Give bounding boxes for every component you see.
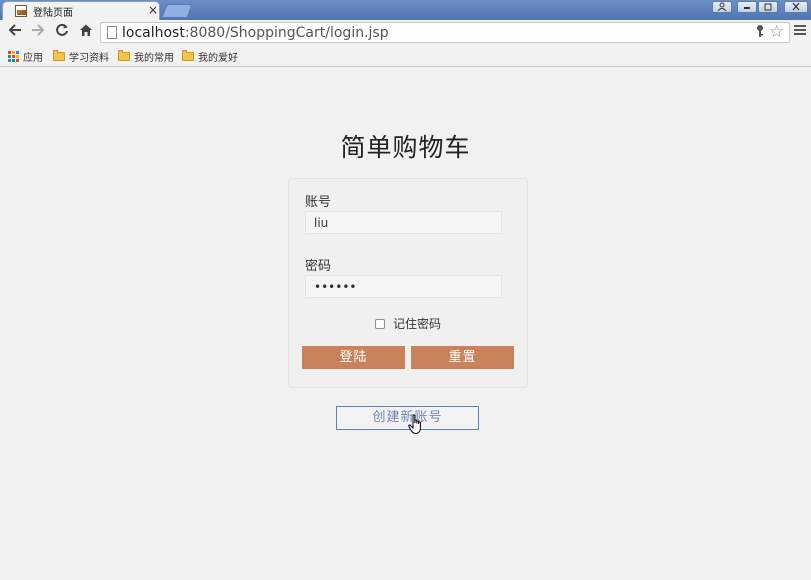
tab-title: 登陆页面 xyxy=(33,8,73,19)
account-label: 账号 xyxy=(305,195,332,210)
reset-button[interactable]: 重置 xyxy=(411,346,514,369)
minimize-icon[interactable] xyxy=(737,1,757,13)
bookmark-star-icon[interactable]: ☆ xyxy=(769,22,784,42)
bookmark-folder-common[interactable]: 我的常用 xyxy=(118,48,174,64)
url-host: localhost xyxy=(122,25,185,41)
forward-icon[interactable] xyxy=(28,21,48,43)
address-bar[interactable]: localhost:8080/ShoppingCart/login.jsp ☆ xyxy=(100,22,790,43)
close-icon[interactable] xyxy=(784,1,808,13)
browser-tab[interactable]: 登陆页面 × xyxy=(2,1,160,20)
menu-icon[interactable] xyxy=(794,23,806,39)
bookmark-folder-study[interactable]: 学习资料 xyxy=(53,48,109,64)
browser-titlebar: 登陆页面 × xyxy=(0,0,811,20)
bookmarks-bar: 应用 学习资料 我的常用 我的爱好 xyxy=(0,45,811,67)
restore-icon[interactable] xyxy=(758,1,778,13)
apps-icon xyxy=(8,50,19,62)
bookmark-label: 我的爱好 xyxy=(198,52,238,64)
bookmark-apps[interactable]: 应用 xyxy=(8,48,43,64)
page-icon xyxy=(107,26,117,39)
remember-label: 记住密码 xyxy=(393,317,442,331)
bookmark-label: 应用 xyxy=(23,52,43,64)
folder-icon xyxy=(53,49,65,61)
url-text[interactable]: localhost:8080/ShoppingCart/login.jsp xyxy=(122,24,389,42)
user-icon[interactable] xyxy=(712,1,732,13)
page-title: 简单购物车 xyxy=(340,133,471,162)
remember-checkbox[interactable] xyxy=(375,318,385,329)
url-path: :8080/ShoppingCart/login.jsp xyxy=(184,25,389,41)
login-button[interactable]: 登陆 xyxy=(302,346,405,369)
remember-password[interactable]: 记住密码 xyxy=(375,315,441,332)
bookmark-label: 我的常用 xyxy=(134,52,174,64)
bookmark-folder-hobby[interactable]: 我的爱好 xyxy=(182,48,238,64)
browser-toolbar: localhost:8080/ShoppingCart/login.jsp ☆ xyxy=(0,20,811,45)
bookmark-label: 学习资料 xyxy=(69,52,109,64)
back-icon[interactable] xyxy=(5,21,25,43)
login-form: 账号 密码 记住密码 登陆 重置 xyxy=(288,178,528,388)
page-favicon-icon xyxy=(15,5,27,17)
hand-cursor-icon xyxy=(408,414,421,435)
new-tab-button[interactable] xyxy=(161,4,193,18)
key-icon[interactable] xyxy=(755,24,765,42)
reload-icon[interactable] xyxy=(52,21,72,43)
password-input[interactable] xyxy=(305,275,502,298)
folder-icon xyxy=(118,49,130,61)
home-icon[interactable] xyxy=(76,21,96,43)
folder-icon xyxy=(182,49,194,61)
password-label: 密码 xyxy=(305,259,332,274)
tab-close-icon[interactable]: × xyxy=(148,2,158,18)
account-input[interactable] xyxy=(305,211,502,234)
